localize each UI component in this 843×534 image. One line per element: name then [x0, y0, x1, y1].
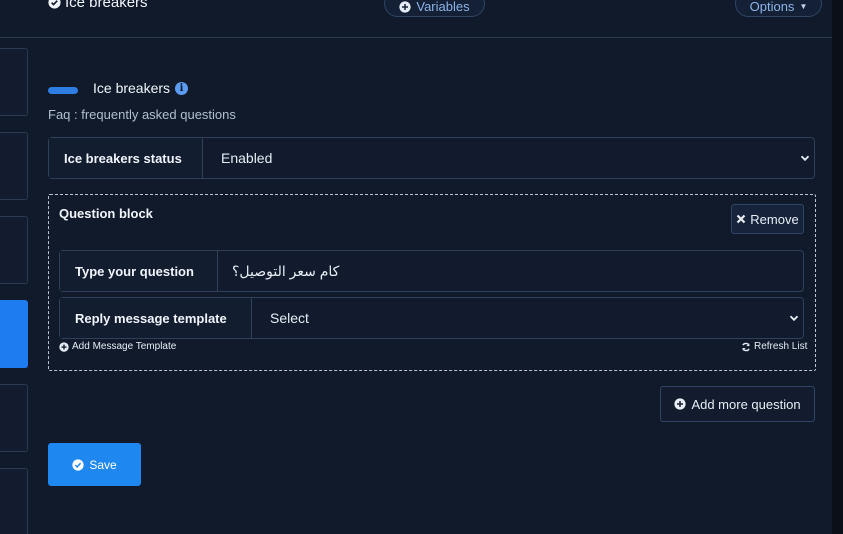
caret-down-icon: ▼ [799, 2, 808, 11]
options-button[interactable]: Options ▼ [735, 0, 822, 17]
check-circle-icon [48, 0, 61, 9]
side-tab-active[interactable] [0, 300, 28, 368]
scrollbar[interactable] [832, 0, 843, 534]
side-tab-3[interactable] [0, 216, 28, 284]
plus-circle-icon [674, 398, 687, 410]
status-value: Enabled [221, 150, 273, 166]
question-value: كام سعر التوصيل؟ [232, 262, 340, 279]
status-select[interactable]: Enabled [203, 138, 814, 178]
question-input[interactable]: كام سعر التوصيل؟ [218, 251, 803, 291]
question-field[interactable]: Type your question كام سعر التوصيل؟ [59, 250, 804, 292]
question-block: Question block Remove Type your question… [48, 194, 816, 371]
ice-breakers-toggle[interactable] [48, 87, 78, 94]
template-field[interactable]: Reply message template Select [59, 297, 804, 339]
refresh-list-label: Refresh List [754, 341, 808, 352]
refresh-icon [741, 342, 751, 352]
section-title: Ice breakers i [93, 80, 189, 96]
status-label: Ice breakers status [49, 138, 203, 178]
section-subtitle: Faq : frequently asked questions [48, 107, 236, 122]
refresh-list-link[interactable]: Refresh List [741, 341, 807, 352]
side-tab-6[interactable] [0, 468, 28, 534]
page-title-text: Ice breakers [65, 0, 148, 11]
variables-label: Variables [416, 0, 470, 14]
side-tab-5[interactable] [0, 384, 28, 452]
question-block-title: Question block [59, 206, 153, 221]
page-title: Ice breakers [48, 0, 148, 11]
plus-circle-icon [399, 0, 411, 13]
template-value: Select [270, 310, 309, 326]
chevron-down-icon [789, 313, 799, 323]
check-circle-icon [72, 458, 84, 471]
add-message-template-link[interactable]: Add Message Template [59, 341, 176, 352]
add-more-question-label: Add more question [691, 396, 801, 412]
options-label: Options [749, 0, 795, 14]
close-icon [736, 214, 746, 224]
variables-button[interactable]: Variables [384, 0, 485, 17]
top-bar: Ice breakers Variables Options ▼ [0, 0, 832, 38]
plus-circle-icon [59, 341, 69, 352]
info-icon[interactable]: i [175, 81, 189, 95]
chevron-down-icon [800, 153, 810, 163]
side-tab-1[interactable] [0, 48, 28, 116]
side-tab-2[interactable] [0, 132, 28, 200]
save-button[interactable]: Save [48, 443, 141, 486]
question-label: Type your question [60, 251, 218, 291]
save-label: Save [89, 457, 117, 472]
add-message-template-label: Add Message Template [72, 341, 177, 352]
remove-label: Remove [750, 211, 799, 227]
section-title-text: Ice breakers [93, 80, 171, 96]
template-label: Reply message template [60, 298, 252, 338]
add-more-question-button[interactable]: Add more question [660, 386, 815, 422]
status-field[interactable]: Ice breakers status Enabled [48, 137, 815, 179]
remove-button[interactable]: Remove [731, 204, 804, 234]
template-select[interactable]: Select [252, 298, 803, 338]
